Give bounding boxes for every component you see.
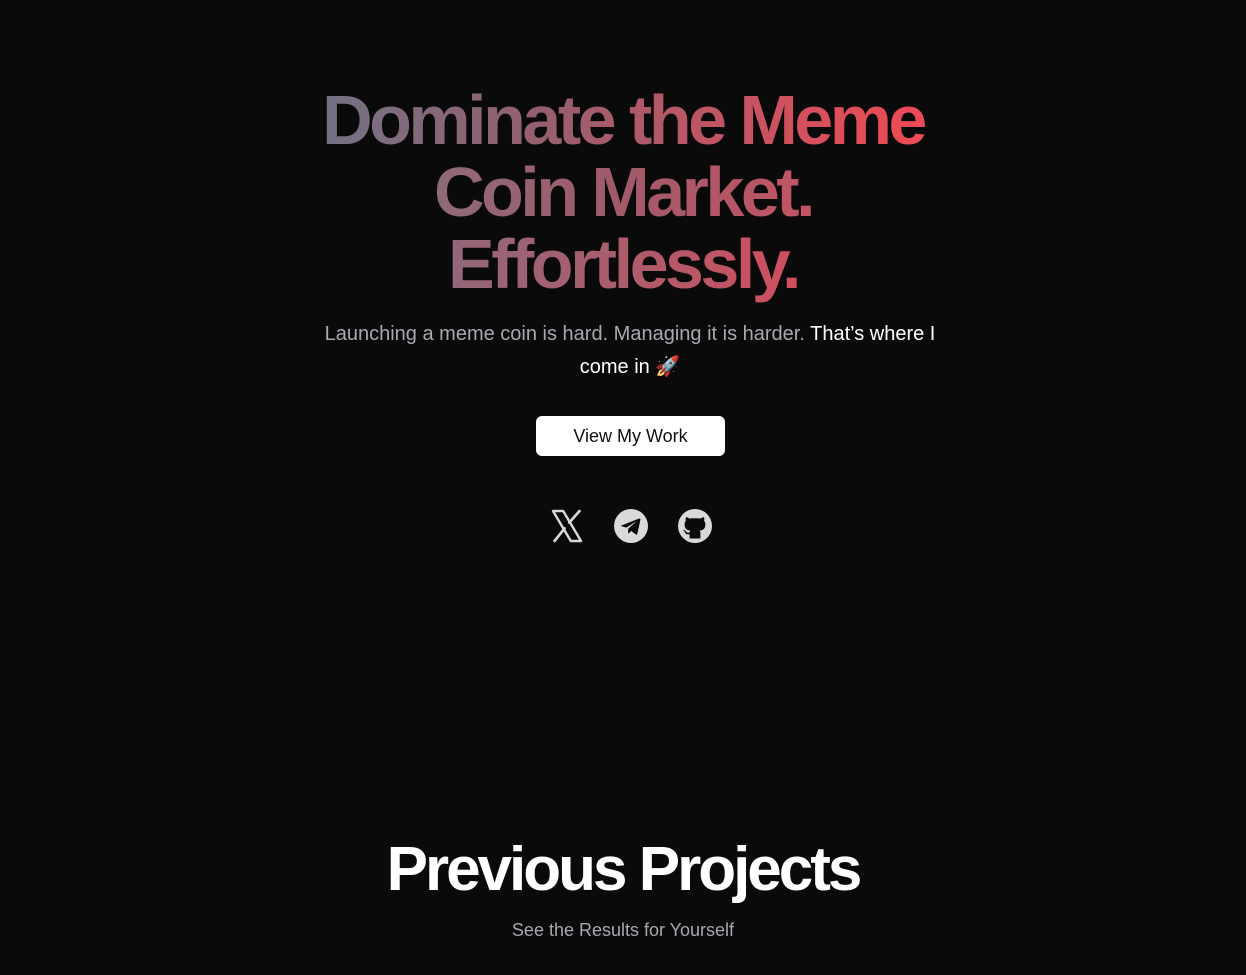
view-my-work-button[interactable]: View My Work bbox=[536, 416, 725, 456]
previous-projects-title: Previous Projects bbox=[386, 835, 863, 904]
hero-subtitle-muted: Launching a meme coin is hard. Managing … bbox=[324, 323, 805, 345]
telegram-icon[interactable] bbox=[613, 508, 649, 544]
social-links bbox=[546, 508, 716, 544]
previous-projects-subtitle: See the Results for Yourself bbox=[511, 920, 735, 940]
x-icon[interactable] bbox=[549, 508, 585, 544]
github-icon[interactable] bbox=[677, 508, 713, 544]
hero-title-line-3: Effortlessly. bbox=[448, 225, 802, 303]
hero-title-line-1: Dominate the Meme bbox=[322, 81, 927, 159]
hero-title: Dominate the Meme Coin Market. Effortles… bbox=[0, 84, 1246, 300]
hero-title-line-2: Coin Market. bbox=[433, 153, 816, 231]
hero-subtitle: Launching a meme coin is hard. Managing … bbox=[300, 318, 960, 384]
landing-page: Dominate the Meme Coin Market. Effortles… bbox=[0, 0, 1246, 975]
